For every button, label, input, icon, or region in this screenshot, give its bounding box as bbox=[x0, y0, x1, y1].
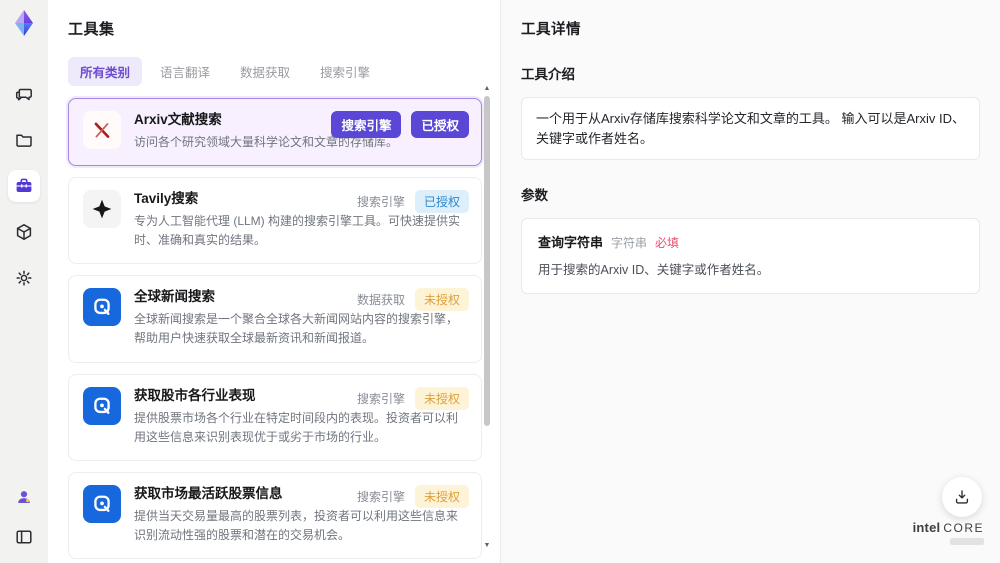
parameter-name: 查询字符串 bbox=[538, 235, 604, 250]
quark-browser-icon bbox=[94, 397, 110, 414]
sidebar-item-settings[interactable] bbox=[8, 262, 40, 294]
app-window: 工具集 所有类别 语言翻译 数据获取 搜索引擎 Arxiv文献搜索 访问各个研究领域大… bbox=[0, 0, 1000, 563]
parameter-required-flag: 必填 bbox=[655, 236, 680, 250]
tool-list-panel: 工具集 所有类别 语言翻译 数据获取 搜索引擎 Arxiv文献搜索 访问各个研究领域大… bbox=[48, 0, 501, 563]
tool-description: 提供股票市场各个行业在特定时间段内的表现。投资者可以利用这些信息来识别表现优于或… bbox=[134, 410, 459, 444]
avatar-icon bbox=[18, 491, 30, 503]
sidebar-bottom bbox=[8, 481, 40, 553]
quark-browser-icon bbox=[94, 298, 110, 316]
sidebar-item-chat[interactable] bbox=[8, 78, 40, 110]
toolbox-icon bbox=[16, 178, 32, 192]
tool-category-tag: 搜索引擎 bbox=[356, 489, 405, 504]
tool-status-badge: 已授权 bbox=[414, 190, 469, 214]
tool-category-tag: 搜索引擎 bbox=[331, 111, 402, 138]
page-title: 工具集 bbox=[68, 21, 115, 38]
left-sidebar bbox=[0, 0, 48, 563]
parameter-description: 用于搜索的Arxiv ID、关键字或作者姓名。 bbox=[538, 263, 770, 277]
sidebar-item-files[interactable] bbox=[8, 124, 40, 156]
tool-card[interactable]: 获取市场最活跃股票信息 提供当天交易量最高的股票列表，投资者可以利用这些信息来识… bbox=[68, 471, 482, 560]
tool-status-badge: 未授权 bbox=[414, 386, 469, 410]
tool-card[interactable]: 获取股市各行业表现 提供股票市场各个行业在特定时间段内的表现。投资者可以利用这些… bbox=[68, 373, 482, 461]
scrollbar-thumb[interactable] bbox=[484, 96, 490, 426]
tool-category-tag: 数据获取 bbox=[356, 293, 405, 308]
tool-description: 提供当天交易量最高的股票列表，投资者可以利用这些信息来识别流动性强的股票和潜在的… bbox=[134, 508, 459, 542]
parameter-type: 字符串 bbox=[611, 236, 648, 250]
sidebar-item-tools[interactable] bbox=[8, 170, 40, 202]
tool-tags: 搜索引擎 已授权 bbox=[356, 190, 469, 214]
sidebar-item-plugins[interactable] bbox=[8, 216, 40, 248]
tool-tags: 搜索引擎 已授权 bbox=[331, 111, 469, 138]
tool-status-badge: 未授权 bbox=[414, 484, 469, 508]
intel-wordmark: intel bbox=[912, 520, 941, 535]
category-tabs: 所有类别 语言翻译 数据获取 搜索引擎 bbox=[68, 57, 500, 86]
sidebar-nav bbox=[8, 78, 40, 294]
tab-2[interactable]: 数据获取 bbox=[228, 57, 302, 86]
sparkle-icon bbox=[92, 199, 112, 219]
tool-icon-tile bbox=[83, 386, 121, 425]
arxiv-icon bbox=[94, 122, 110, 138]
tool-icon-tile bbox=[83, 190, 121, 229]
tab-1[interactable]: 语言翻译 bbox=[148, 57, 222, 86]
tool-icon-tile bbox=[83, 484, 121, 523]
tool-category-tag: 搜索引擎 bbox=[356, 195, 405, 210]
tool-tags: 搜索引擎 未授权 bbox=[356, 484, 469, 508]
tool-card[interactable]: Arxiv文献搜索 访问各个研究领域大量科学论文和文章的存储库。 搜索引擎 已授… bbox=[68, 98, 482, 167]
scroll-down-arrow-icon[interactable]: ▼ bbox=[482, 541, 492, 551]
intro-section-title: 工具介绍 bbox=[521, 67, 575, 82]
tool-icon-tile bbox=[83, 288, 121, 327]
list-scrollbar[interactable]: ▲ ▼ bbox=[482, 84, 492, 551]
tool-detail-panel: 工具详情 工具介绍 一个用于从Arxiv存储库搜索科学论文和文章的工具。 输入可… bbox=[501, 0, 1000, 563]
tool-description: 全球新闻搜索是一个聚合全球各大新闻网站内容的搜索引擎，帮助用户快速获取全球最新资… bbox=[134, 312, 459, 346]
user-avatar[interactable] bbox=[8, 481, 40, 513]
cube-icon bbox=[16, 224, 32, 240]
tool-tags: 搜索引擎 未授权 bbox=[356, 386, 469, 410]
panel-toggle-icon bbox=[16, 530, 32, 544]
intel-core-logo: intel CORE bbox=[913, 520, 984, 545]
quark-browser-icon bbox=[94, 495, 110, 512]
download-button[interactable] bbox=[942, 477, 982, 517]
parameter-header: 查询字符串 字符串 必填 bbox=[538, 232, 963, 251]
parameter-list: 查询字符串 字符串 必填 用于搜索的Arxiv ID、关键字或作者姓名。 bbox=[521, 218, 980, 294]
tool-tags: 数据获取 未授权 bbox=[356, 288, 469, 312]
parameter-card: 查询字符串 字符串 必填 用于搜索的Arxiv ID、关键字或作者姓名。 bbox=[521, 218, 980, 294]
params-section-title: 参数 bbox=[521, 188, 548, 203]
download-icon bbox=[955, 490, 969, 504]
tool-card[interactable]: 全球新闻搜索 全球新闻搜索是一个聚合全球各大新闻网站内容的搜索引擎，帮助用户快速… bbox=[68, 275, 482, 363]
tool-description: 专为人工智能代理 (LLM) 构建的搜索引擎工具。可快速提供实时、准确和真实的结… bbox=[134, 213, 461, 248]
collapse-panel-button[interactable] bbox=[8, 521, 40, 553]
tab-3[interactable]: 搜索引擎 bbox=[308, 57, 382, 86]
tool-list: Arxiv文献搜索 访问各个研究领域大量科学论文和文章的存储库。 搜索引擎 已授… bbox=[68, 98, 482, 563]
tool-card[interactable]: Tavily搜索 专为人工智能代理 (LLM) 构建的搜索引擎工具。可快速提供实… bbox=[68, 177, 482, 265]
folder-icon bbox=[16, 134, 32, 147]
tool-intro-card: 一个用于从Arxiv存储库搜索科学论文和文章的工具。 输入可以是Arxiv ID… bbox=[521, 97, 980, 160]
tool-status-badge: 已授权 bbox=[411, 111, 469, 138]
tool-category-tag: 搜索引擎 bbox=[356, 391, 405, 406]
brand-sub-badge bbox=[950, 538, 984, 545]
scroll-up-arrow-icon[interactable]: ▲ bbox=[482, 84, 492, 94]
app-logo-icon bbox=[15, 10, 33, 36]
tool-icon-tile bbox=[83, 111, 121, 149]
tab-0[interactable]: 所有类别 bbox=[68, 57, 143, 86]
settings-gear-icon bbox=[16, 270, 32, 286]
core-wordmark: CORE bbox=[943, 521, 984, 535]
detail-title: 工具详情 bbox=[521, 22, 581, 38]
tool-status-badge: 未授权 bbox=[414, 288, 469, 312]
chat-icon bbox=[15, 88, 32, 101]
